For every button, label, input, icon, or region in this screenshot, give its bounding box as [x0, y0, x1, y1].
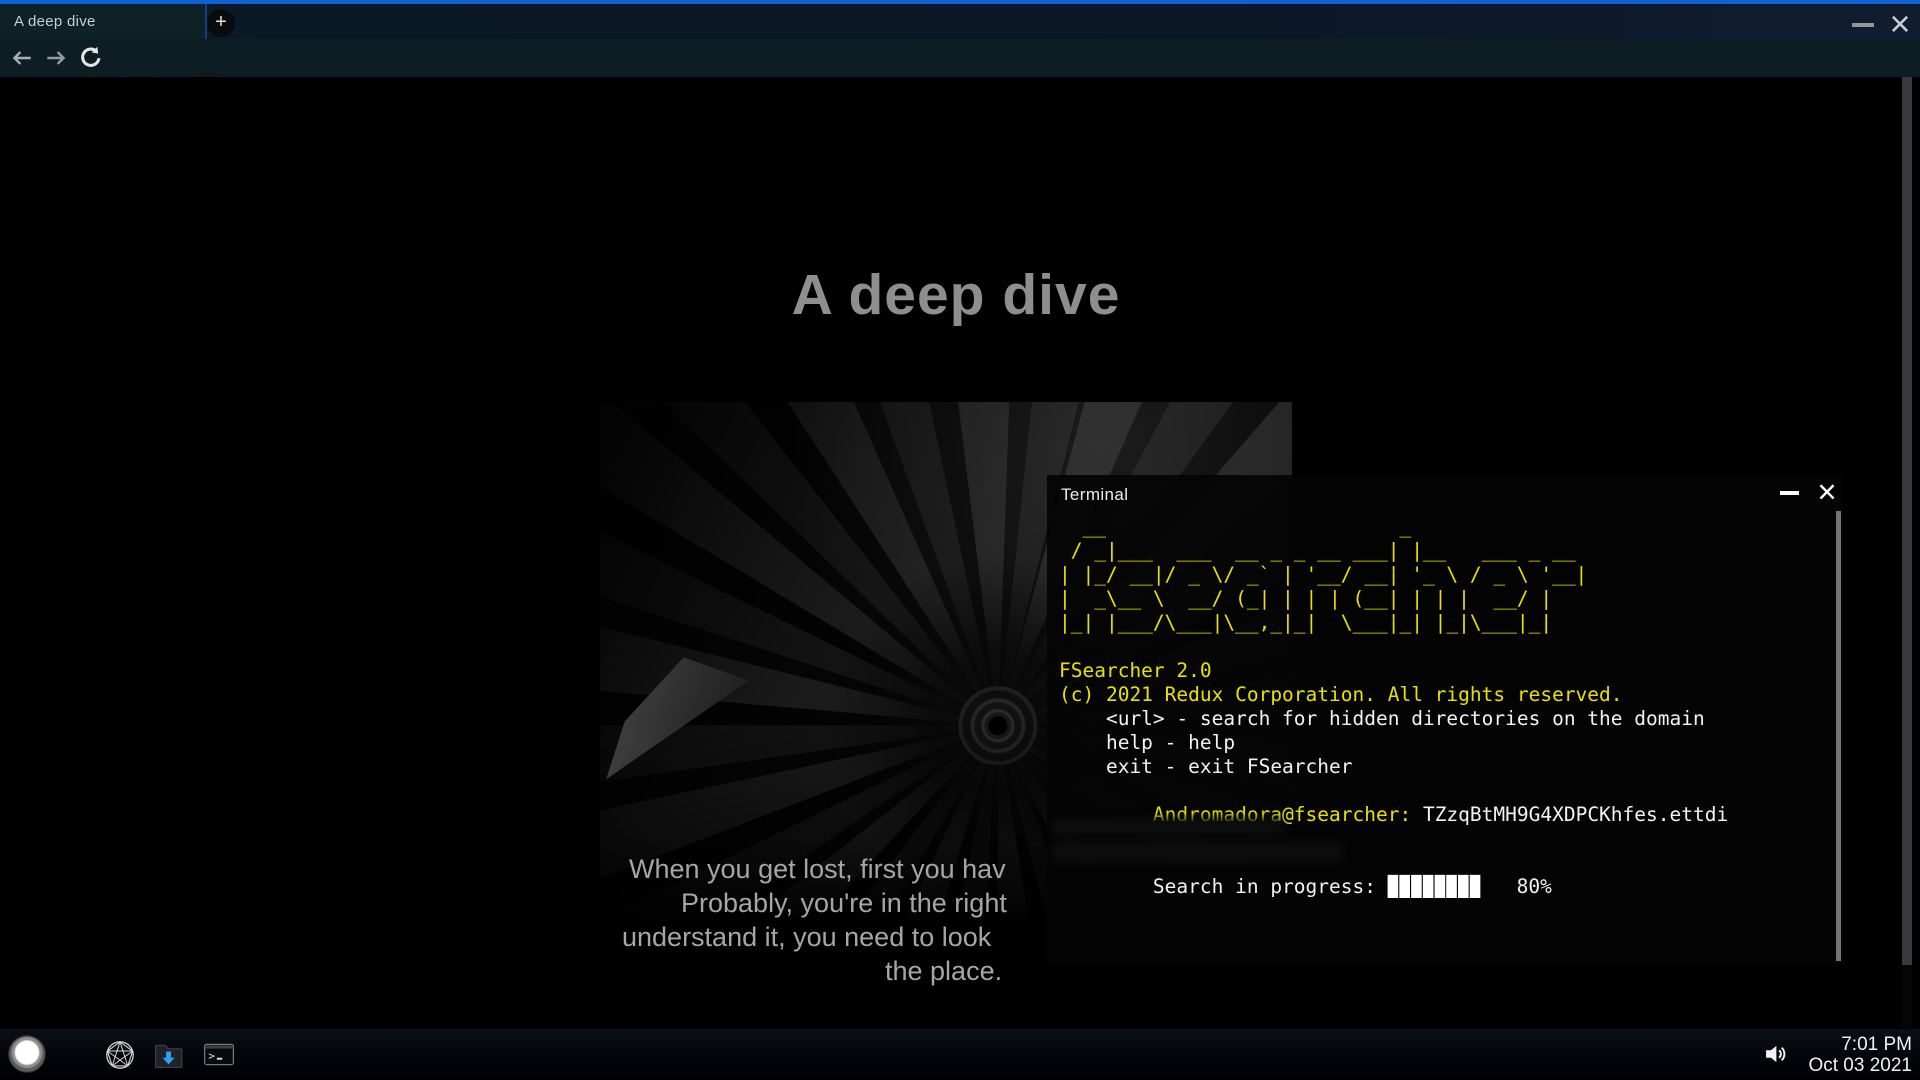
volume-icon[interactable] — [1763, 1041, 1793, 1067]
taskbar: > 7:01 PM Oct 03 2021 — [0, 1029, 1920, 1080]
tab-a-deep-dive[interactable]: A deep dive — [0, 4, 205, 39]
refresh-button[interactable] — [76, 39, 106, 77]
terminal-scrollbar[interactable] — [1836, 511, 1841, 961]
terminal-window: Terminal × __ _ / _|___ ___ __ _ _ __ __… — [1047, 475, 1843, 963]
clock-date: Oct 03 2021 — [1808, 1055, 1912, 1076]
terminal-copyright-line: (c) 2021 Redux Corporation. All rights r… — [1059, 683, 1728, 707]
fsearcher-ascii-logo: __ _ / _|___ ___ __ _ _ __ ___| |__ ___ … — [1059, 515, 1728, 635]
tab-bar: A deep dive + × — [0, 4, 1920, 39]
progress-percent: 80% — [1517, 875, 1552, 898]
back-arrow-icon — [9, 45, 35, 71]
address-bar[interactable]: https://tzzqbtmh9g4xdpckhfes.ettdi/ — [143, 39, 498, 77]
paragraph-line: understand it, you need to look — [622, 922, 991, 952]
staircase-highlight — [600, 640, 755, 785]
page-scrollbar[interactable] — [1902, 77, 1912, 1029]
progress-label: Search in progress: — [1153, 875, 1388, 898]
window-close-button[interactable]: × — [1883, 5, 1917, 43]
desktop: A deep dive + × https://tzzqbtmh9g4xdpck… — [0, 0, 1920, 1080]
page-title: A deep dive — [0, 262, 1912, 328]
redacted-text-block — [1052, 818, 1282, 836]
paragraph-line: the place. — [885, 956, 1002, 986]
clock-time: 7:01 PM — [1808, 1034, 1912, 1055]
refresh-icon — [77, 44, 105, 72]
paragraph-line: Probably, you're in the right — [681, 888, 1007, 918]
page-scrollbar-thumb[interactable] — [1902, 77, 1912, 965]
window-minimize-button[interactable] — [1852, 23, 1874, 27]
terminal-app-icon[interactable]: > — [203, 1041, 235, 1069]
new-tab-button[interactable]: + — [207, 9, 235, 37]
taskbar-clock: 7:01 PM Oct 03 2021 — [1808, 1034, 1912, 1076]
terminal-help-help-line: help - help — [1059, 731, 1728, 755]
back-button[interactable] — [8, 39, 36, 77]
terminal-title: Terminal — [1061, 485, 1128, 505]
svg-text:>: > — [208, 1049, 214, 1062]
terminal-help-exit-line: exit - exit FSearcher — [1059, 755, 1728, 779]
forward-arrow-icon — [43, 45, 69, 71]
tab-title: A deep dive — [14, 13, 96, 30]
paragraph-line: When you get lost, first you hav — [629, 854, 1006, 884]
browser-globe-icon[interactable] — [103, 1038, 137, 1072]
downloads-folder-icon[interactable] — [150, 1037, 186, 1073]
progress-bar: ▉▉▉▉▉▉▉▉ — [1388, 875, 1482, 898]
browser-toolbar: https://tzzqbtmh9g4xdpckhfes.ettdi/ — [0, 39, 1920, 77]
terminal-minimize-button[interactable] — [1780, 491, 1799, 495]
forward-button[interactable] — [42, 39, 70, 77]
terminal-version-line: FSearcher 2.0 — [1059, 659, 1728, 683]
terminal-command: TZzqBtMH9G4XDPCKhfes.ettdi — [1423, 803, 1728, 826]
terminal-close-button[interactable]: × — [1807, 471, 1847, 513]
redacted-text-block — [1052, 841, 1342, 863]
terminal-help-url-line: <url> - search for hidden directories on… — [1059, 707, 1728, 731]
start-orb-button[interactable] — [9, 1036, 45, 1072]
